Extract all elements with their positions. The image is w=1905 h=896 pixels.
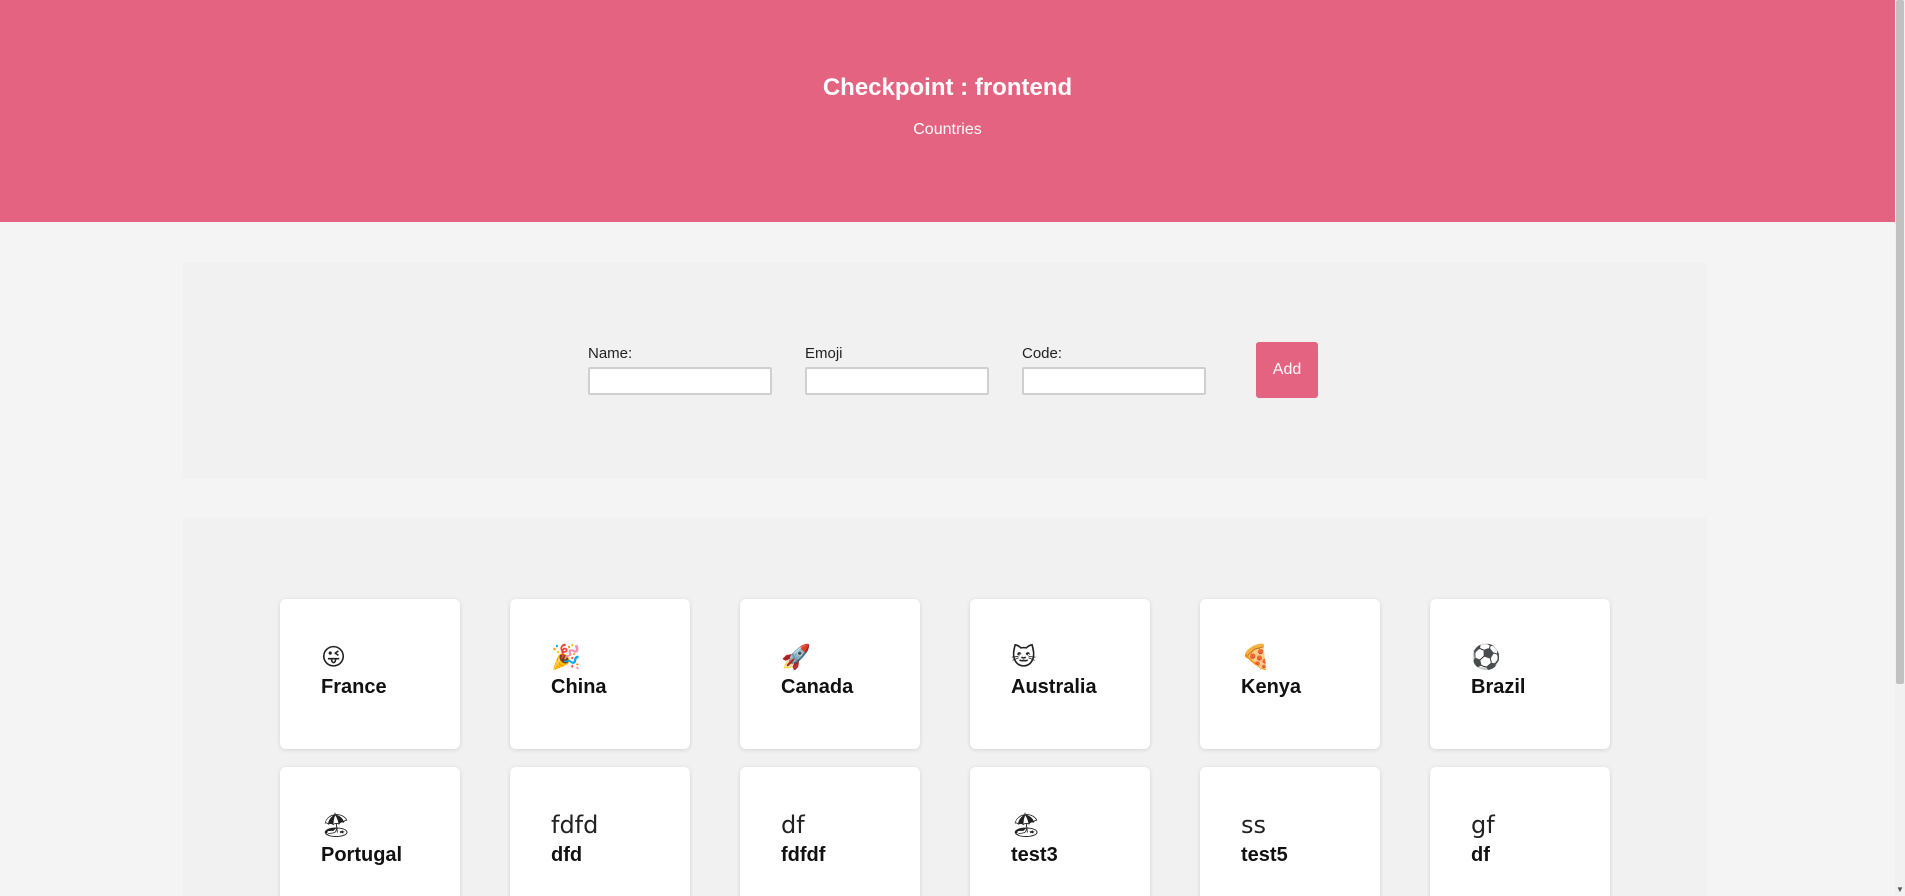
country-name: Brazil (1471, 676, 1526, 698)
country-emoji: fdfd (551, 811, 599, 839)
name-input[interactable] (588, 367, 772, 395)
country-card-grid: 😜 France 🎉 China 🚀 Canada 🐱 Australia 🍕 Kenya… (280, 599, 1610, 896)
scroll-down-icon[interactable]: ▼ (1895, 885, 1905, 894)
country-name: Canada (781, 676, 854, 698)
code-field-group: Code: (1022, 345, 1206, 395)
country-emoji: 🎉 (551, 643, 581, 671)
add-button[interactable]: Add (1256, 342, 1318, 398)
page-title: Checkpoint : frontend (822, 74, 1073, 101)
name-field-group: Name: (588, 345, 772, 395)
country-emoji: 🏖 (1011, 811, 1042, 839)
page-subtitle: Countries (913, 121, 982, 138)
page-header: Checkpoint : frontend Countries (0, 0, 1895, 222)
country-card[interactable]: 🐱 Australia (970, 599, 1150, 749)
scrollbar-thumb[interactable] (1896, 0, 1904, 684)
country-name: df (1471, 844, 1490, 866)
country-emoji: 🚀 (781, 643, 811, 671)
countries-list: 😜 France 🎉 China 🚀 Canada 🐱 Australia 🍕 Kenya… (183, 518, 1707, 896)
country-name: Australia (1011, 676, 1097, 698)
country-card[interactable]: 🏖 test3 (970, 767, 1150, 896)
emoji-field-group: Emoji (805, 345, 989, 395)
country-emoji: 🍕 (1241, 643, 1271, 671)
country-card[interactable]: gf df (1430, 767, 1610, 896)
country-emoji: ss (1241, 811, 1267, 839)
add-country-form: Name: Emoji Code: Add (183, 263, 1707, 479)
name-label: Name: (588, 345, 633, 362)
country-name: China (551, 676, 607, 698)
country-name: test3 (1011, 844, 1058, 866)
country-card[interactable]: 😜 France (280, 599, 460, 749)
country-card[interactable]: ⚽ Brazil (1430, 599, 1610, 749)
page-scrollbar[interactable]: ▼ (1895, 0, 1905, 896)
country-name: France (321, 676, 387, 698)
country-card[interactable]: ss test5 (1200, 767, 1380, 896)
country-emoji: df (781, 811, 805, 839)
country-name: dfd (551, 844, 583, 866)
code-label: Code: (1022, 345, 1063, 362)
country-card[interactable]: 🍕 Kenya (1200, 599, 1380, 749)
country-emoji: ⚽ (1471, 643, 1501, 671)
country-card[interactable]: df fdfdf (740, 767, 920, 896)
country-name: test5 (1241, 844, 1288, 866)
emoji-label: Emoji (805, 345, 843, 362)
country-card[interactable]: 🏖 Portugal (280, 767, 460, 896)
country-card[interactable]: 🎉 China (510, 599, 690, 749)
country-emoji: 🐱 (1011, 643, 1037, 671)
country-card[interactable]: fdfd dfd (510, 767, 690, 896)
country-card[interactable]: 🚀 Canada (740, 599, 920, 749)
code-input[interactable] (1022, 367, 1206, 395)
country-name: Portugal (321, 844, 403, 866)
country-emoji: gf (1471, 811, 1495, 839)
country-emoji: 🏖 (321, 811, 352, 839)
country-emoji: 😜 (321, 643, 347, 671)
country-name: fdfdf (781, 844, 826, 866)
country-name: Kenya (1241, 676, 1302, 698)
emoji-input[interactable] (805, 367, 989, 395)
